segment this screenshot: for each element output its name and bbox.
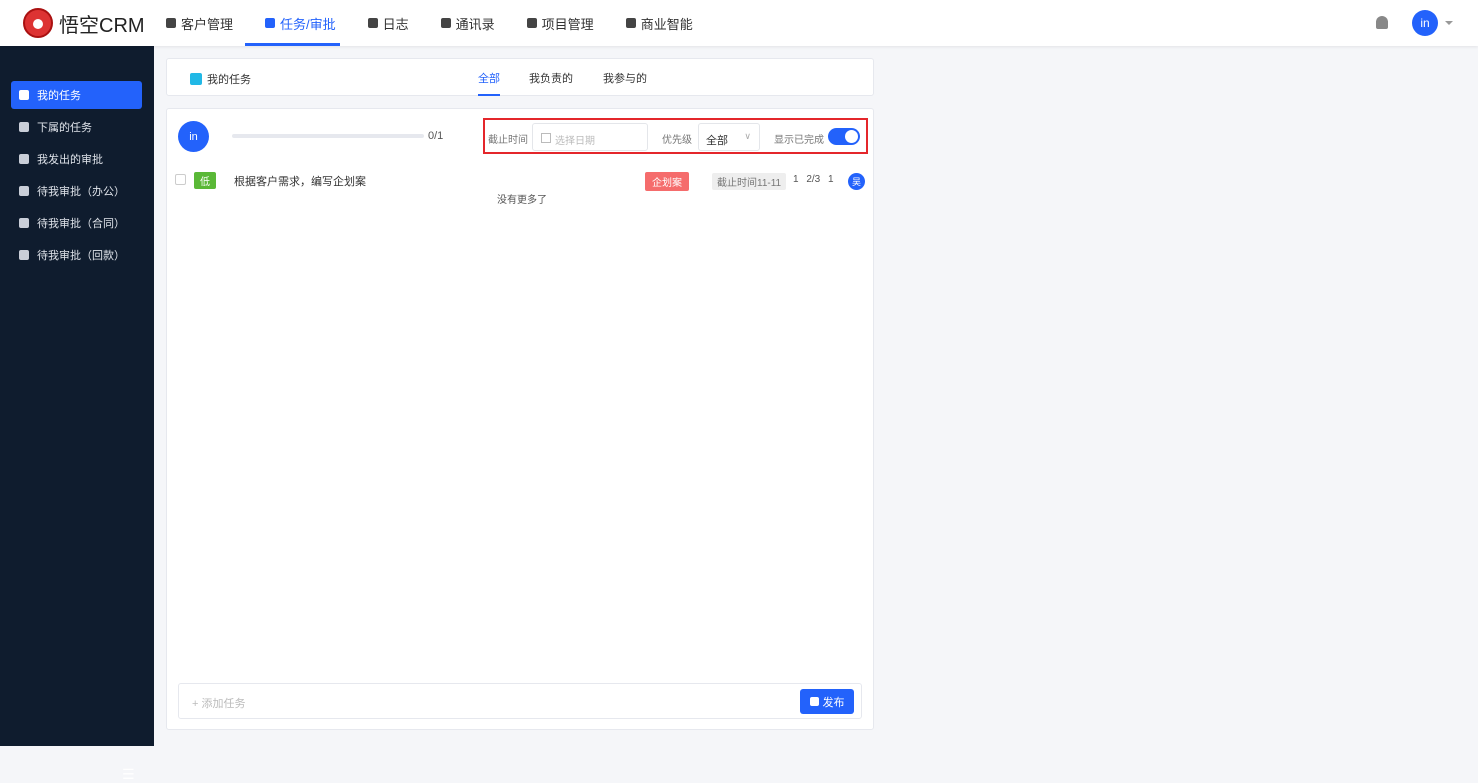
sidebar-label: 待我审批（回款）: [37, 250, 125, 262]
add-task-input[interactable]: + 添加任务 发布: [178, 683, 862, 719]
nav-customer[interactable]: 客户管理: [166, 0, 249, 46]
task-checkbox[interactable]: [175, 174, 186, 185]
priority-badge: 低: [194, 172, 216, 189]
task-icon: [190, 73, 202, 85]
sidebar-item-approve-contract[interactable]: 待我审批（合同）: [11, 209, 142, 237]
task-stats: 1 2/3 1: [793, 174, 834, 185]
calendar-check-icon: [19, 154, 29, 164]
main-nav: 客户管理 任务/审批 日志 通讯录 项目管理 商业智能: [166, 0, 709, 46]
task-header: 我的任务 全部 我负责的 我参与的: [166, 58, 874, 96]
nav-label: 客户管理: [181, 16, 234, 32]
task-name[interactable]: 根据客户需求，编写企划案: [234, 173, 366, 189]
priority-label: 优先级: [662, 135, 692, 146]
due-badge: 截止时间11-11: [712, 173, 787, 190]
filter-bar: 截止时间 选择日期 优先级 全部 ∨ 显示已完成: [483, 118, 868, 154]
collapse-menu-icon[interactable]: ☰: [122, 766, 135, 783]
sidebar: 我的任务 下属的任务 我发出的审批 待我审批（办公） 待我审批（合同） 待我审批…: [0, 46, 154, 782]
briefcase-icon: [265, 18, 276, 28]
sidebar-label: 我的任务: [37, 90, 81, 102]
plus-icon: [809, 697, 819, 706]
add-task-placeholder: + 添加任务: [192, 698, 246, 710]
bell-icon[interactable]: [1376, 16, 1388, 29]
nav-contacts[interactable]: 通讯录: [425, 0, 511, 46]
page-title-text: 我的任务: [207, 74, 251, 86]
progress-bar: [232, 134, 424, 138]
sidebar-item-approve-office[interactable]: 待我审批（办公）: [11, 177, 142, 205]
priority-select[interactable]: 全部 ∨: [698, 123, 760, 151]
monkey-logo-icon: [23, 8, 53, 38]
sidebar-label: 待我审批（合同）: [37, 218, 125, 230]
logo-text: 悟空CRM: [59, 14, 145, 37]
tab-participating[interactable]: 我参与的: [603, 70, 647, 94]
chevron-down-icon: ∨: [744, 131, 751, 141]
sidebar-item-sent-approvals[interactable]: 我发出的审批: [11, 145, 142, 173]
user-avatar[interactable]: in: [1412, 10, 1438, 36]
nav-task[interactable]: 任务/审批: [245, 0, 352, 46]
journal-icon: [367, 18, 378, 28]
no-more-text: 没有更多了: [497, 195, 547, 206]
nav-label: 日志: [382, 16, 409, 32]
sidebar-item-my-tasks[interactable]: 我的任务: [11, 81, 142, 109]
nav-label: 通讯录: [455, 16, 495, 32]
sidebar-label: 待我审批（办公）: [37, 186, 125, 198]
logo[interactable]: 悟空CRM: [23, 8, 145, 38]
layers-icon: [19, 122, 29, 132]
nav-project[interactable]: 项目管理: [511, 0, 610, 46]
owner-avatar: 吴: [848, 173, 865, 190]
avatar: in: [178, 121, 209, 152]
sidebar-label: 下属的任务: [37, 122, 92, 134]
publish-label: 发布: [822, 696, 845, 709]
contract-icon: [19, 218, 29, 228]
building-icon: [166, 18, 176, 28]
phone-book-icon: [440, 18, 451, 28]
shield-icon: [625, 18, 636, 28]
chevron-down-icon[interactable]: [1445, 21, 1453, 29]
money-bag-icon: [19, 250, 29, 260]
sidebar-item-approve-payment[interactable]: 待我审批（回款）: [11, 241, 142, 269]
show-done-toggle[interactable]: [828, 128, 860, 145]
tab-responsible[interactable]: 我负责的: [529, 70, 573, 94]
tab-all[interactable]: 全部: [478, 70, 500, 96]
task-panel: in 0/1 截止时间 选择日期 优先级 全部 ∨ 显示已完成 低 根据客户需求，…: [166, 108, 874, 730]
progress-text: 0/1: [428, 130, 444, 142]
nav-log[interactable]: 日志: [352, 0, 425, 46]
page-title: 我的任务: [190, 71, 251, 87]
table-row[interactable]: 低 根据客户需求，编写企划案 企划案 截止时间11-11 1 2/3 1 吴: [167, 171, 873, 191]
nav-label: 项目管理: [541, 16, 594, 32]
show-done-label: 显示已完成: [774, 135, 824, 146]
grid-icon: [19, 90, 29, 100]
person-icon: [19, 186, 29, 196]
top-bar: 悟空CRM 客户管理 任务/审批 日志 通讯录 项目管理 商业智能 in: [0, 0, 1478, 46]
project-icon: [526, 18, 537, 28]
nav-label: 商业智能: [640, 16, 693, 32]
publish-button[interactable]: 发布: [800, 689, 854, 714]
priority-value: 全部: [706, 135, 728, 147]
sidebar-label: 我发出的审批: [37, 154, 103, 166]
sidebar-item-sub-tasks[interactable]: 下属的任务: [11, 113, 142, 141]
task-tag: 企划案: [645, 172, 689, 191]
date-picker[interactable]: 选择日期: [532, 123, 648, 151]
deadline-label: 截止时间: [488, 135, 528, 146]
nav-bi[interactable]: 商业智能: [610, 0, 709, 46]
nav-label: 任务/审批: [280, 16, 336, 32]
